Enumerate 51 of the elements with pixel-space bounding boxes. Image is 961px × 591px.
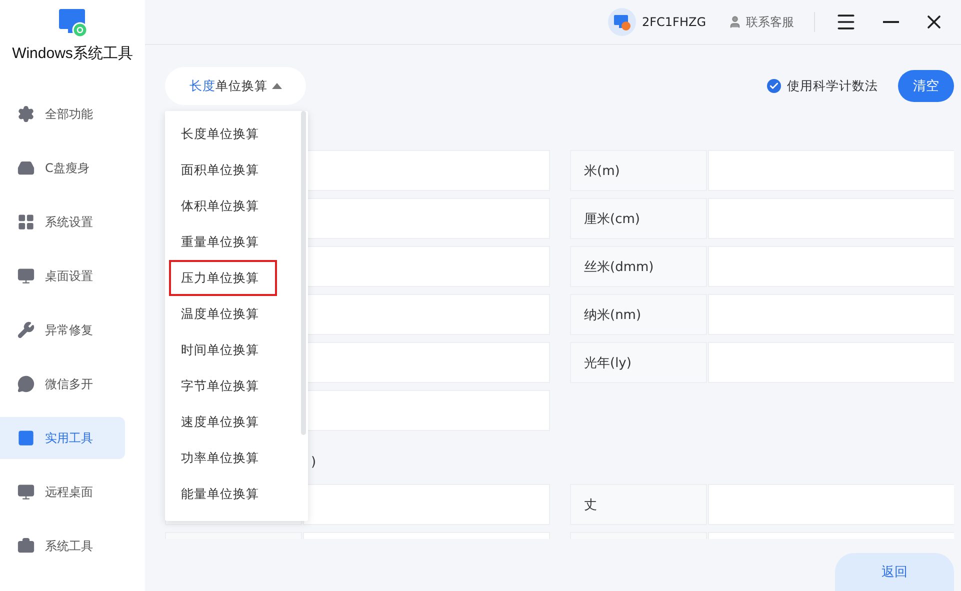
sidebar-item[interactable]: 实用工具 [0,417,125,459]
value-field[interactable] [303,484,550,525]
sidebar-item[interactable]: 微信多开 [0,363,125,405]
menu-item[interactable]: 压力单位换算 [169,260,277,296]
chat-icon [17,375,35,393]
sidebar-item[interactable]: C盘瘦身 [0,147,125,189]
menu-item[interactable]: 重量单位换算 [169,224,277,260]
sidebar-item[interactable]: 远程桌面 [0,471,125,513]
wrench-icon [17,321,35,339]
monitor-icon [17,267,35,285]
check-icon [769,81,779,91]
menu-item[interactable]: 能量单位换算 [169,476,277,512]
back-button[interactable]: 返回 [835,553,954,591]
section-title: ) [311,455,316,470]
menu-item[interactable]: 速度单位换算 [169,404,277,440]
sidebar-item[interactable]: 全部功能 [0,93,125,135]
unit-label: 丝米(dmm) [570,246,707,287]
app-title: Windows系统工具 [12,44,133,63]
person-icon [728,15,742,29]
drive-icon [17,159,35,177]
menu-item[interactable]: 时间单位换算 [169,332,277,368]
unit-label: 丈 [570,484,707,525]
clear-button[interactable]: 清空 [898,70,954,102]
caret-icon [272,83,282,89]
menu-item[interactable]: 长度单位换算 [169,116,277,152]
window-icon [17,429,35,447]
device-avatar[interactable] [608,8,636,36]
sidebar-item[interactable]: 系统工具 [0,525,125,567]
menu-item[interactable]: 面积单位换算 [169,152,277,188]
sidebar-item[interactable]: 异常修复 [0,309,125,351]
unit-label: 厘米(cm) [570,198,707,239]
minimize-icon [883,21,899,23]
briefcase-icon [17,537,35,555]
scientific-notation-checkbox[interactable]: 使用科学计数法 [767,78,878,94]
monitor-arrow-icon [17,483,35,501]
minimize-button[interactable] [883,21,899,23]
menu-item[interactable]: 功率单位换算 [169,440,277,476]
grid-icon [17,213,35,231]
logo-icon [58,8,88,38]
support-link[interactable]: 联系客服 [728,14,794,30]
converter-dropdown[interactable]: 长度单位换算 [165,67,306,105]
sidebar-item[interactable]: 桌面设置 [0,255,125,297]
sidebar-item[interactable]: 系统设置 [0,201,125,243]
menu-item[interactable]: 温度单位换算 [169,296,277,332]
unit-label: 光年(ly) [570,342,707,383]
menu-item[interactable]: 体积单位换算 [169,188,277,224]
device-id: 2FC1FHZG [642,15,706,29]
unit-label: 纳米(nm) [570,294,707,335]
unit-label: 米(m) [570,150,707,191]
menu-item[interactable]: 字节单位换算 [169,368,277,404]
gear-icon [17,105,35,123]
